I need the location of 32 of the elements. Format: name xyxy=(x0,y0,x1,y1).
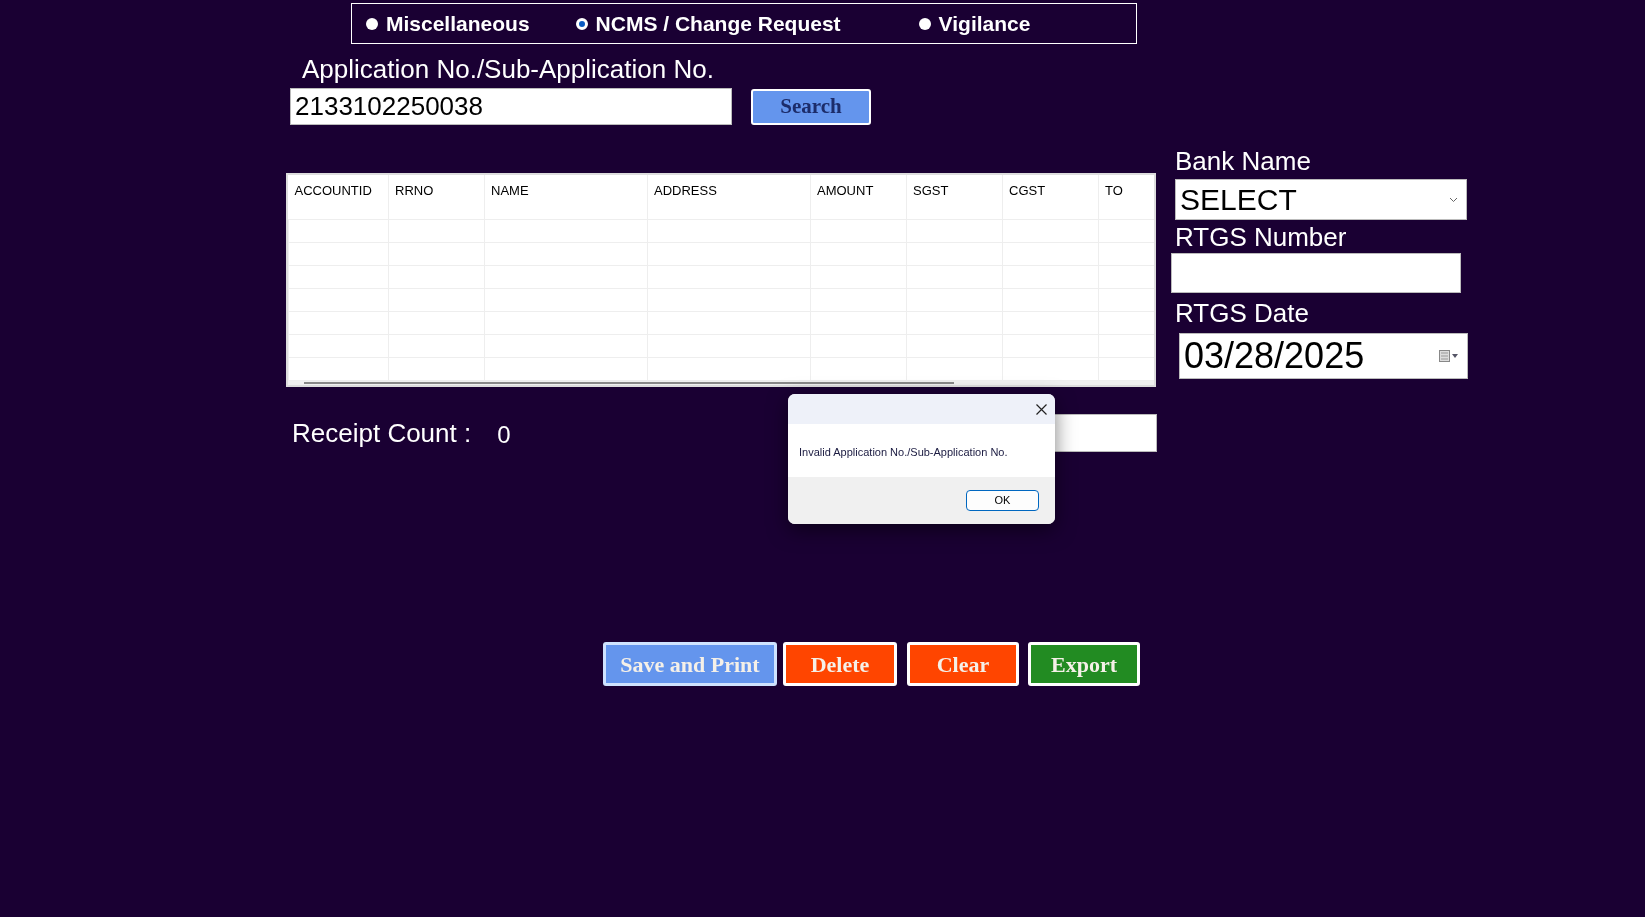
scrollbar-thumb[interactable] xyxy=(304,381,954,384)
chevron-down-icon xyxy=(1449,196,1458,203)
column-header[interactable]: ADDRESS xyxy=(654,183,717,198)
column-header[interactable]: CGST xyxy=(1009,183,1046,198)
radio-option[interactable]: Miscellaneous xyxy=(366,7,530,40)
receipt-count-label: Receipt Count : xyxy=(292,419,472,447)
calendar-icon xyxy=(1439,350,1459,362)
radio-option[interactable]: NCMS / Change Request xyxy=(575,7,841,40)
date-picker-field[interactable]: 03/28/2025 xyxy=(1179,333,1468,379)
column-header[interactable]: RRNO xyxy=(395,183,434,198)
rtgs-number-field[interactable] xyxy=(1171,253,1461,293)
ok-button[interactable]: OK xyxy=(966,490,1039,511)
field-label: Application No./Sub-Application No. xyxy=(302,55,714,83)
application-number-field[interactable]: 2133102250038 xyxy=(290,88,732,125)
field-label: RTGS Number xyxy=(1175,223,1347,251)
close-icon[interactable] xyxy=(1036,403,1047,415)
search-button[interactable]: Search xyxy=(751,88,871,125)
radio-dot[interactable] xyxy=(575,17,588,30)
field-label: RTGS Date xyxy=(1175,299,1309,327)
receipt-count-value: 0 xyxy=(497,420,511,450)
column-header[interactable]: ACCOUNTID xyxy=(294,183,372,198)
dialog-message: Invalid Application No./Sub-Application No. xyxy=(799,446,1008,458)
column-header[interactable]: TO xyxy=(1105,183,1123,198)
radio-dot[interactable] xyxy=(366,17,378,30)
export-button[interactable]: Export xyxy=(1028,642,1140,686)
bank-name-dropdown[interactable]: SELECT xyxy=(1175,179,1467,220)
column-header[interactable]: SGST xyxy=(913,183,949,198)
radio-option[interactable]: Vigilance xyxy=(918,7,1031,40)
column-header[interactable]: NAME xyxy=(491,183,529,198)
column-header[interactable]: AMOUNT xyxy=(817,183,874,198)
radio-dot[interactable] xyxy=(918,17,931,30)
field-label: Bank Name xyxy=(1175,147,1311,175)
